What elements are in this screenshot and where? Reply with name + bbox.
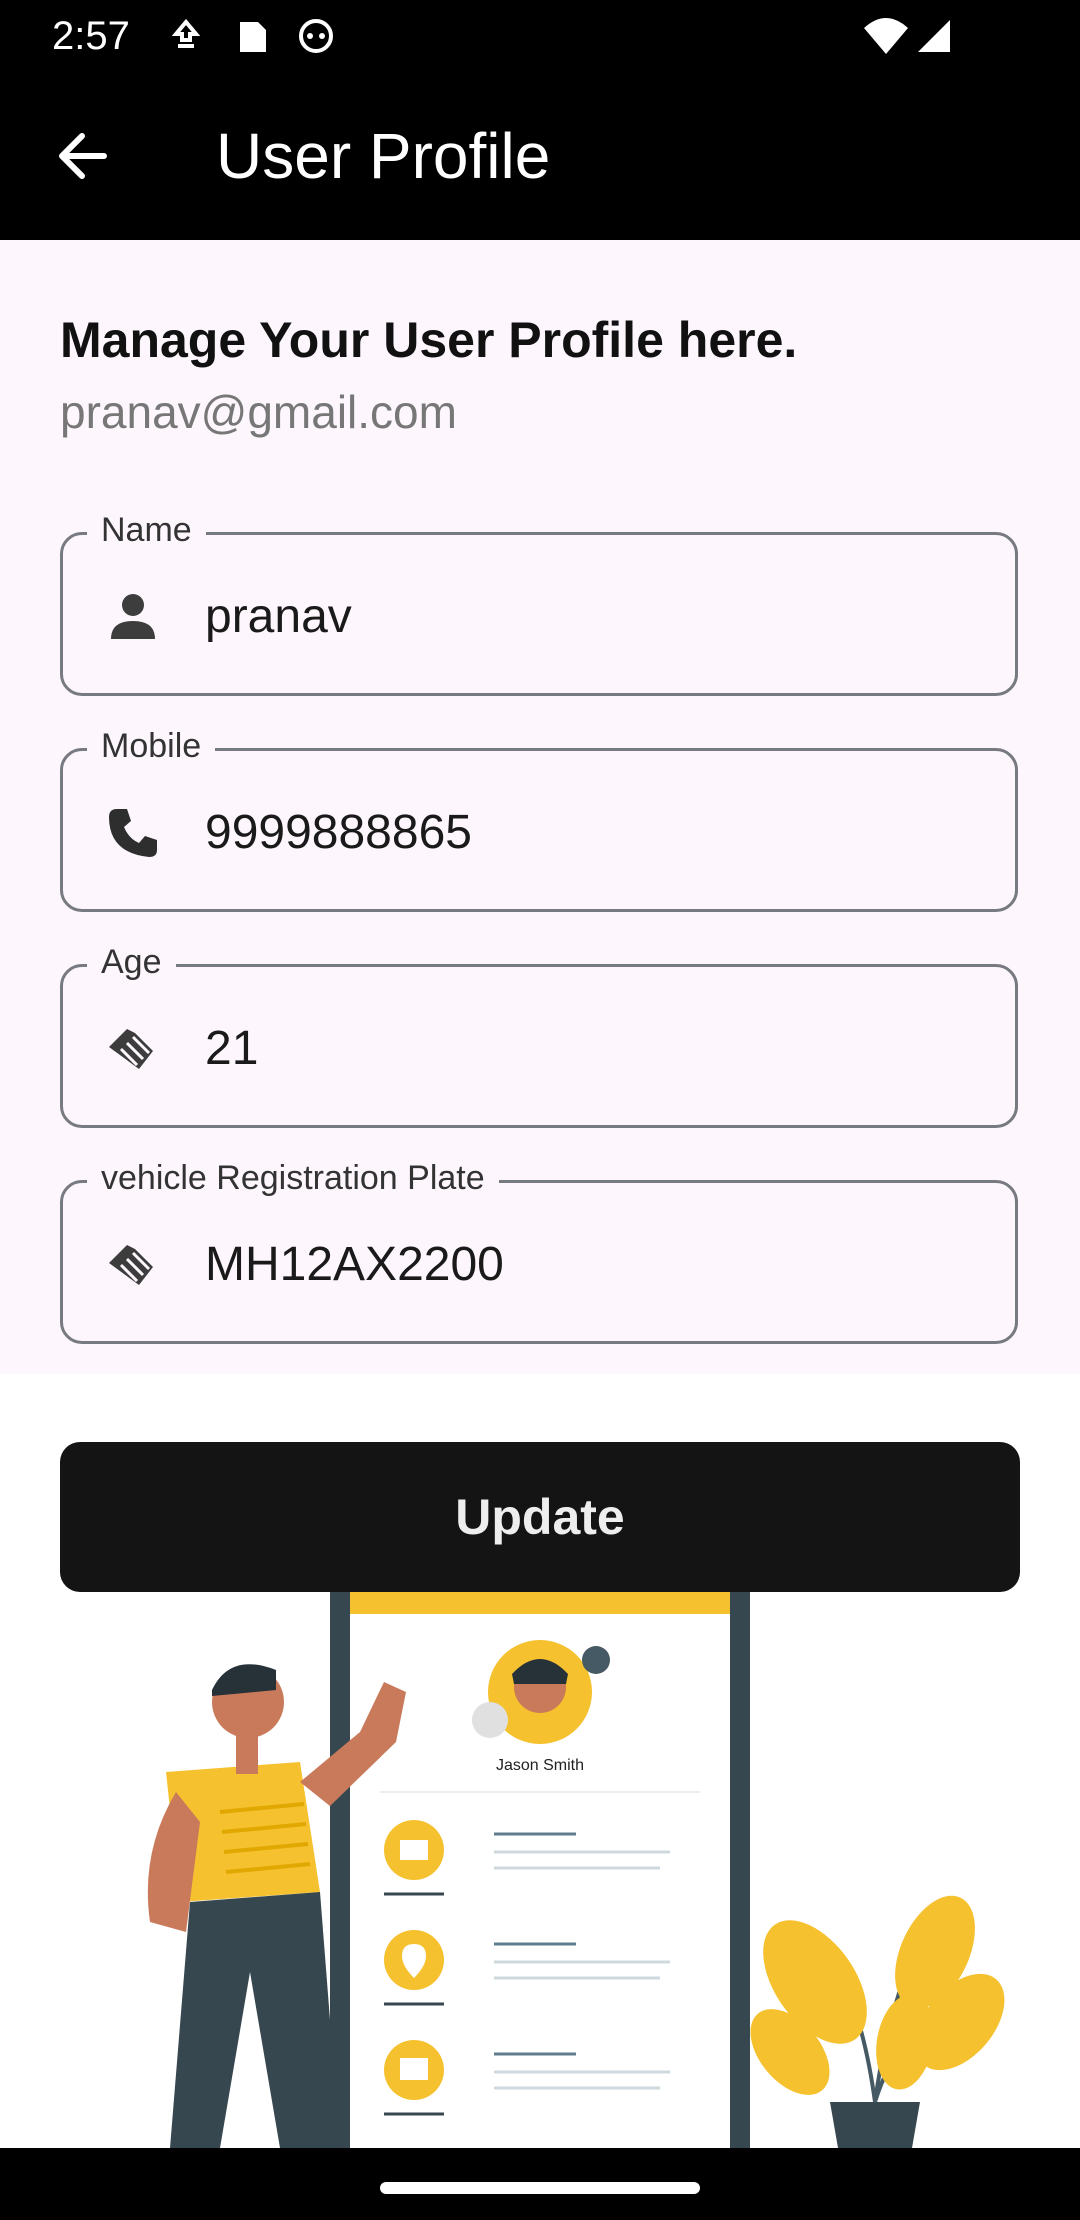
handshake-icon <box>103 1019 163 1079</box>
name-value[interactable]: pranav <box>205 587 352 647</box>
status-time: 2:57 <box>52 14 130 58</box>
profile-illustration: Jason Smith <box>0 1592 1080 2148</box>
vehicle-registration-value[interactable]: MH12AX2200 <box>205 1235 504 1295</box>
age-value[interactable]: 21 <box>205 1019 258 1079</box>
signal-icon <box>914 12 954 60</box>
sd-card-icon <box>232 12 272 60</box>
app-bar: User Profile <box>0 72 1080 240</box>
person-icon <box>103 587 163 647</box>
mobile-value[interactable]: 9999888865 <box>205 803 472 863</box>
age-field[interactable]: Age 21 <box>60 941 1018 1128</box>
page-title: User Profile <box>216 120 551 192</box>
back-arrow-icon[interactable] <box>46 116 126 196</box>
name-field[interactable]: Name pranav <box>60 509 1018 696</box>
cat-face-icon <box>294 12 334 60</box>
home-indicator[interactable] <box>380 2182 700 2194</box>
name-field-label: Name <box>87 509 206 551</box>
update-button[interactable]: Update <box>60 1442 1020 1592</box>
vehicle-registration-field[interactable]: vehicle Registration Plate MH12AX2200 <box>60 1157 1018 1344</box>
wifi-icon <box>862 12 908 60</box>
sample-profile-name: Jason Smith <box>496 1757 584 1774</box>
phone-icon <box>103 803 163 863</box>
status-bar: 2:57 <box>0 0 1080 72</box>
age-field-label: Age <box>87 941 176 983</box>
download-notification-icon <box>166 12 206 60</box>
navigation-bar <box>0 2148 1080 2220</box>
handshake-icon <box>103 1235 163 1295</box>
profile-heading: Manage Your User Profile here. <box>60 312 798 368</box>
profile-email: pranav@gmail.com <box>60 386 457 438</box>
mobile-field-label: Mobile <box>87 725 216 767</box>
vehicle-registration-field-label: vehicle Registration Plate <box>87 1157 499 1199</box>
mobile-field[interactable]: Mobile 9999888865 <box>60 725 1018 912</box>
profile-form: Manage Your User Profile here. pranav@gm… <box>0 240 1080 1374</box>
